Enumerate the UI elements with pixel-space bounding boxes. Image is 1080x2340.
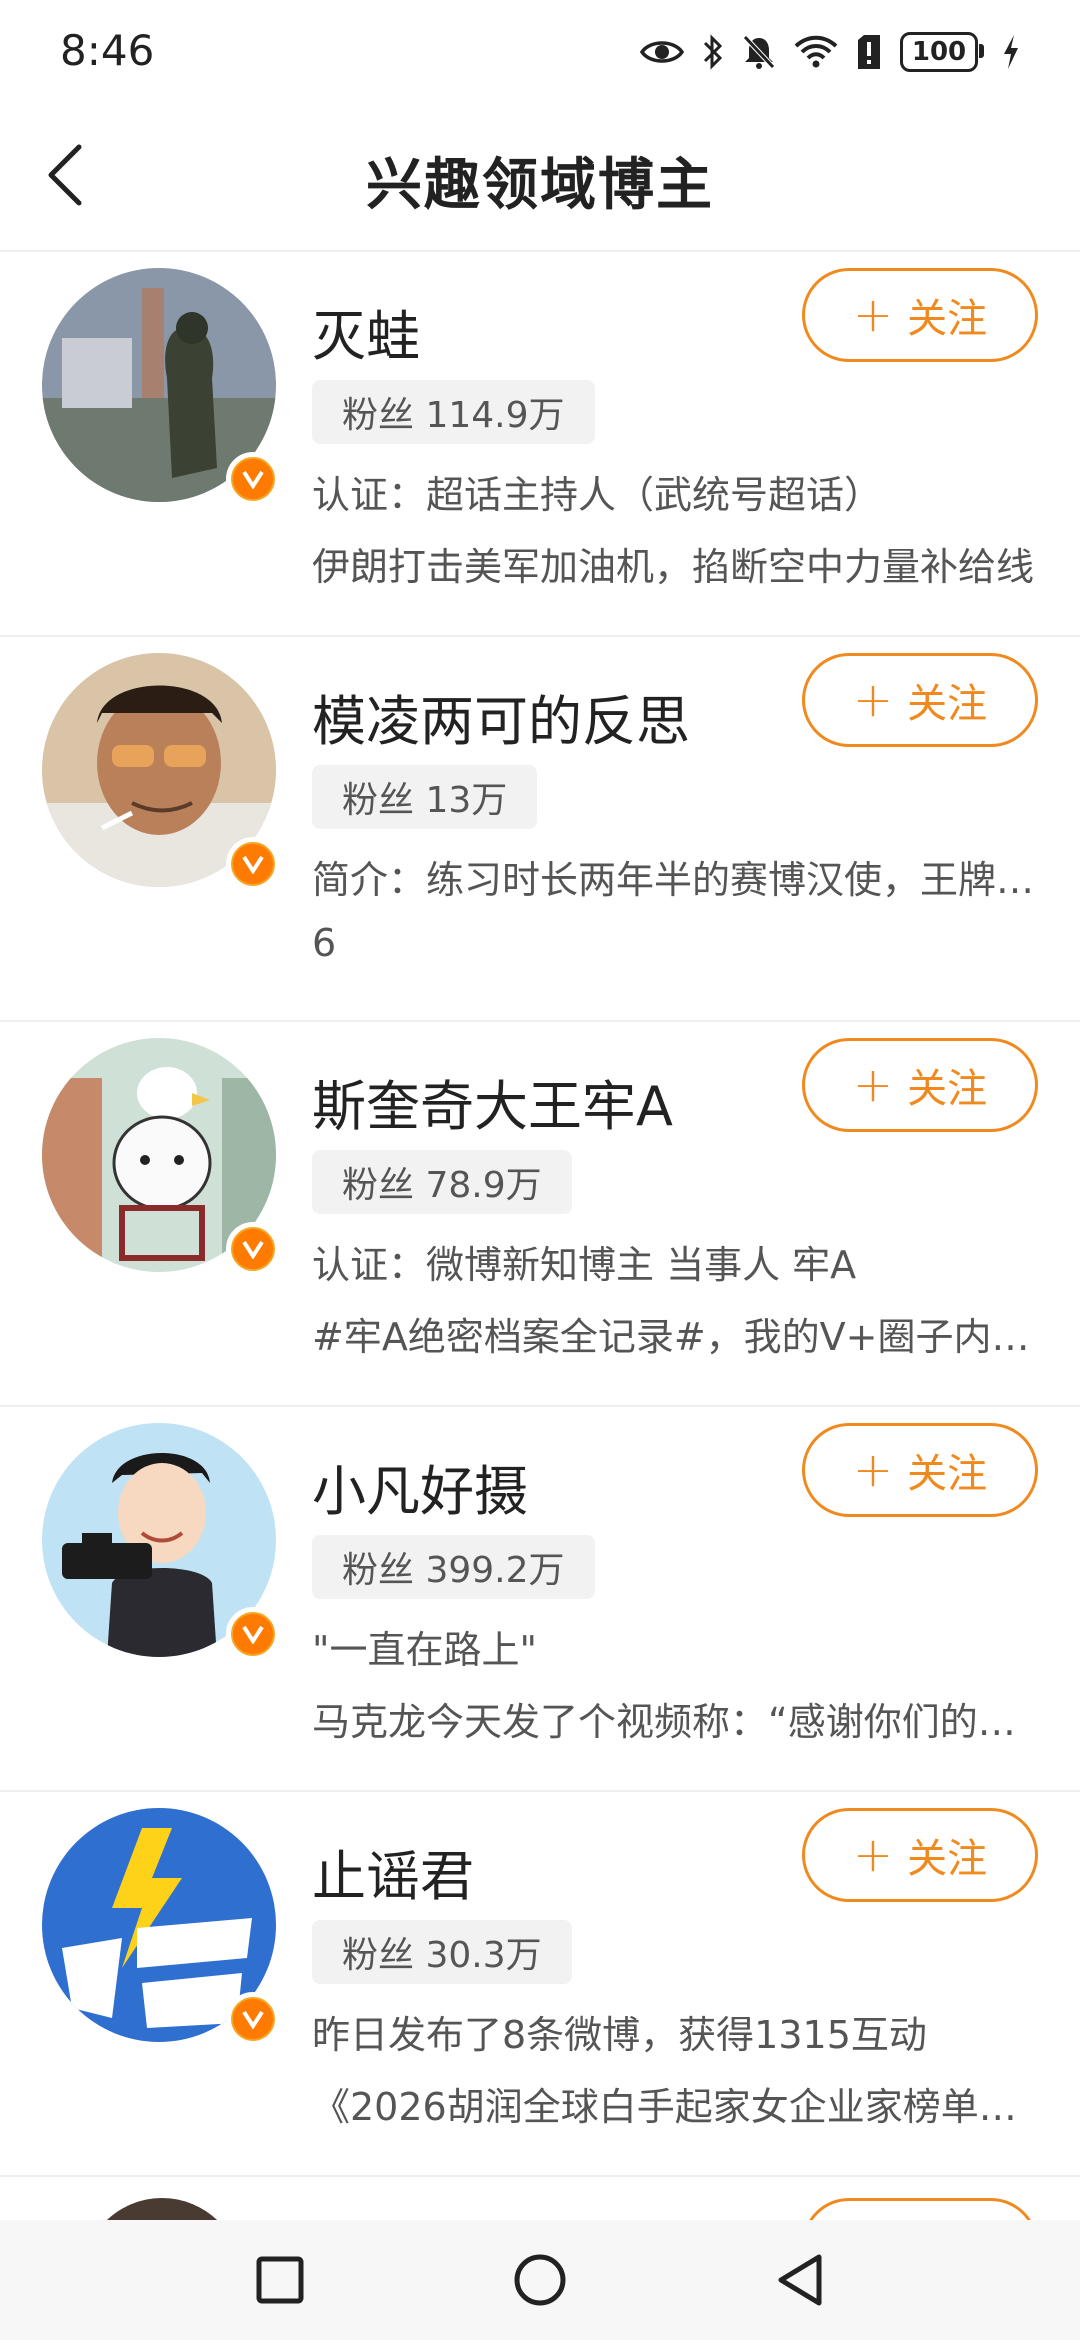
system-nav-bar	[0, 2220, 1080, 2340]
blogger-bio: 简介：练习时长两年半的赛博汉使，王牌评论员	[312, 858, 1042, 902]
blogger-verification: 认证：微博新知博主 当事人 牢A	[312, 1243, 857, 1287]
bluetooth-icon	[702, 34, 724, 70]
list-item[interactable]: 小凡好摄 粉丝 399.2万 "一直在路上" 马克龙今天发了个视频称：“感谢你们…	[0, 1407, 1080, 1792]
recents-button[interactable]	[240, 2240, 320, 2320]
list-item[interactable]: 斯奎奇大王牢A 粉丝 78.9万 认证：微博新知博主 当事人 牢A #牢A绝密档…	[0, 1022, 1080, 1407]
home-circle-icon	[514, 2254, 566, 2306]
bell-off-icon	[742, 34, 776, 70]
recents-square-icon	[256, 2256, 304, 2304]
plus-icon: +	[852, 672, 894, 728]
blogger-latest-post: 马克龙今天发了个视频称：“感谢你们的支持”	[312, 1700, 1042, 1744]
blogger-activity: 昨日发布了8条微博，获得1315互动	[312, 2013, 927, 2057]
follow-label: 关注	[907, 296, 988, 342]
charging-icon	[1002, 34, 1020, 70]
blogger-name[interactable]: 止谣君	[312, 1832, 474, 1911]
blogger-name[interactable]: 斯奎奇大王牢A	[312, 1062, 673, 1141]
home-button[interactable]	[500, 2240, 580, 2320]
blogger-name[interactable]: 灭蛙	[312, 292, 420, 371]
plus-icon: +	[852, 287, 894, 343]
blogger-name[interactable]: 小凡好摄	[312, 1447, 528, 1526]
follow-label: 关注	[907, 681, 988, 727]
follow-label: 关注	[907, 1836, 988, 1882]
follow-button[interactable]: + 关注	[802, 1423, 1038, 1517]
blogger-bio: "一直在路上"	[312, 1628, 537, 1672]
verified-badge-icon	[226, 1992, 280, 2046]
plus-icon: +	[852, 1057, 894, 1113]
status-time: 8:46	[60, 26, 155, 75]
fans-count: 粉丝 114.9万	[312, 380, 595, 444]
system-back-button[interactable]	[760, 2240, 840, 2320]
follow-button[interactable]: + 关注	[802, 1808, 1038, 1902]
list-item[interactable]: 止谣君 粉丝 30.3万 昨日发布了8条微博，获得1315互动 《2026胡润全…	[0, 1792, 1080, 2177]
wifi-icon	[794, 35, 838, 69]
list-item-partial[interactable]	[0, 2180, 1080, 2220]
fans-count: 粉丝 399.2万	[312, 1535, 595, 1599]
follow-label: 关注	[907, 1451, 988, 1497]
list-item[interactable]: 模凌两可的反思 粉丝 13万 简介：练习时长两年半的赛博汉使，王牌评论员 6 +…	[0, 637, 1080, 1022]
verified-badge-icon	[226, 1222, 280, 1276]
verified-badge-icon	[226, 1607, 280, 1661]
blogger-name[interactable]: 模凌两可的反思	[312, 677, 690, 756]
fans-count: 粉丝 30.3万	[312, 1920, 572, 1984]
follow-button[interactable]: + 关注	[802, 653, 1038, 747]
follow-button[interactable]: + 关注	[802, 268, 1038, 362]
blogger-latest-post: 《2026胡润全球白手起家女企业家榜单发布》	[312, 2085, 1042, 2129]
back-triangle-icon	[778, 2254, 822, 2306]
blogger-list: 灭蛙 粉丝 114.9万 认证：超话主持人（武统号超话） 伊朗打击美军加油机，掐…	[0, 252, 1080, 2177]
sim-alert-icon	[856, 34, 882, 70]
battery-icon: 100	[900, 32, 984, 72]
page-title: 兴趣领域博主	[366, 153, 714, 218]
list-item[interactable]: 灭蛙 粉丝 114.9万 认证：超话主持人（武统号超话） 伊朗打击美军加油机，掐…	[0, 252, 1080, 637]
top-app-bar: 兴趣领域博主	[0, 100, 1080, 252]
blogger-verification: 认证：超话主持人（武统号超话）	[312, 473, 883, 517]
follow-button[interactable]: + 关注	[802, 1038, 1038, 1132]
blogger-latest-post: 伊朗打击美军加油机，掐断空中力量补给线	[312, 545, 1035, 589]
status-bar: 8:46 100	[0, 0, 1080, 100]
plus-icon: +	[852, 1442, 894, 1498]
follow-button[interactable]	[802, 2198, 1038, 2220]
fans-count: 粉丝 13万	[312, 765, 538, 829]
blogger-latest-post: #牢A绝密档案全记录#，我的V+圈子内容更新	[312, 1315, 1042, 1359]
blogger-latest-post: 6	[312, 921, 337, 965]
follow-label: 关注	[907, 1066, 988, 1112]
fans-count: 粉丝 78.9万	[312, 1150, 572, 1214]
verified-badge-icon	[226, 452, 280, 506]
status-icons: 100	[640, 30, 1020, 74]
plus-icon: +	[852, 1827, 894, 1883]
avatar[interactable]	[82, 2198, 242, 2220]
eye-icon	[640, 37, 684, 67]
verified-badge-icon	[226, 837, 280, 891]
